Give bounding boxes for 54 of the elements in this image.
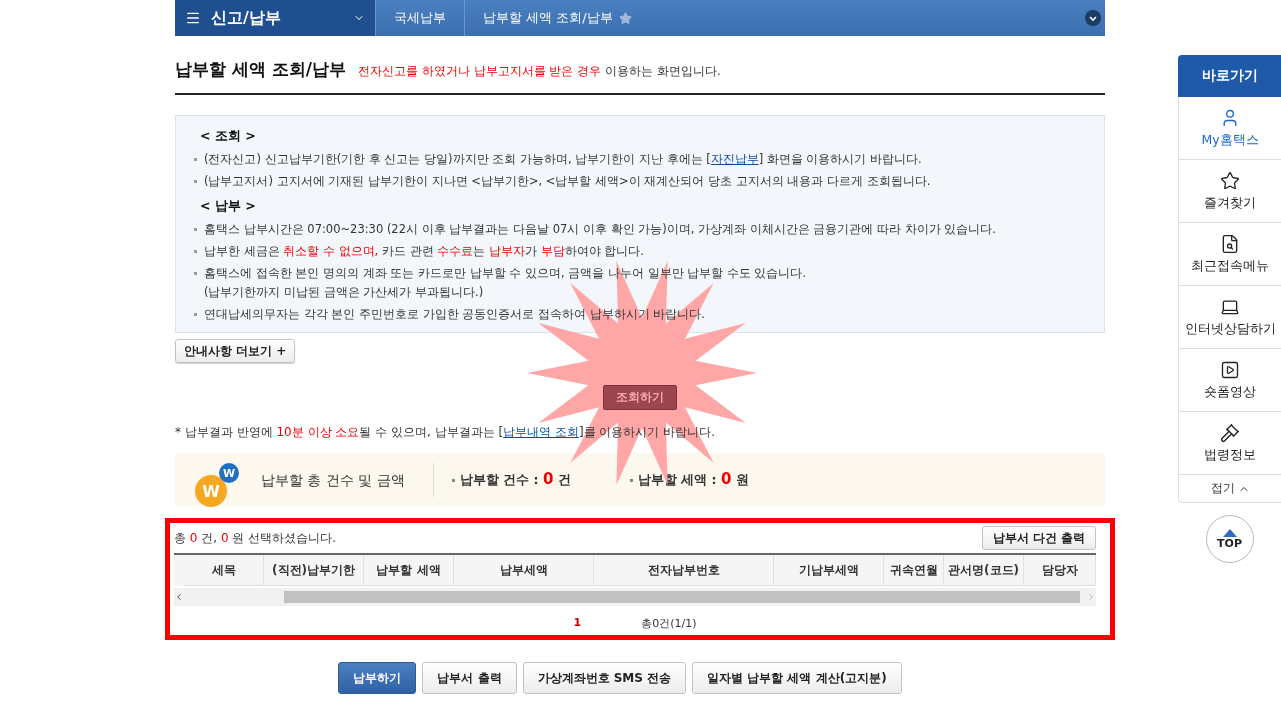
column-header[interactable]: 납부세액 xyxy=(454,555,594,586)
column-header[interactable]: 담당자 xyxy=(1024,555,1096,586)
horizontal-scrollbar[interactable] xyxy=(174,588,1096,606)
summary-title: 납부할 총 건수 및 금액 xyxy=(239,462,434,497)
column-header[interactable]: 기납부세액 xyxy=(774,555,884,586)
notice-text: * 납부결과 반영에 10분 이상 소요될 수 있으며, 납부결과는 [납부내역 조회]를 이용하시기 바랍니다. xyxy=(175,424,716,441)
sidebar-item[interactable]: 숏폼영상 xyxy=(1178,349,1281,412)
sidebar-item[interactable]: 최근접속메뉴 xyxy=(1178,223,1281,286)
breadcrumb-link[interactable]: 국세납부 xyxy=(375,0,464,36)
gavel-icon xyxy=(1220,422,1240,443)
summary-stat: 납부할 건수 : 0 건 xyxy=(451,470,612,489)
info-item: 연대납세의무자는 각각 본인 주민번호로 가입한 공동인증서로 접속하여 납부하시기 바랍니다. xyxy=(194,305,1090,324)
column-header[interactable]: 관서명(코드) xyxy=(944,555,1024,586)
play-icon xyxy=(1220,359,1240,380)
info-item: 홈택스 납부시간은 07:00~23:30 (22시 이후 납부결과는 다음날 07시 이후 확인 가능)이며, 가상계좌 이체시간은 금융기관에 따라 차이가 있습니다. xyxy=(194,220,1090,239)
star-icon[interactable] xyxy=(618,11,632,25)
document-search-icon xyxy=(1220,233,1240,254)
column-header[interactable]: (직전)납부기한 xyxy=(264,555,364,586)
action-button[interactable]: 납부하기 xyxy=(338,662,417,694)
action-button[interactable]: 일자별 납부할 세액 계산(고지분) xyxy=(692,662,902,694)
action-button[interactable]: 가상계좌번호 SMS 전송 xyxy=(522,662,687,694)
page-total: 총0건(1/1) xyxy=(641,616,697,631)
sidebar-title: 바로가기 xyxy=(1178,55,1281,97)
section-heading: < 납부 > xyxy=(200,198,257,215)
triangle-up-icon xyxy=(1222,528,1237,537)
sidebar-item[interactable]: 인터넷상담하기 xyxy=(1178,286,1281,349)
menu-dropdown[interactable]: 신고/납부 xyxy=(175,0,375,36)
info-item: (납부고지서) 고지서에 기재된 납부기한이 지나면 <납부기한>, <납부할 세액>이 재계산되어 당초 고지서의 내용과 다르게 조회됩니다. xyxy=(194,172,1090,191)
collapse-button[interactable]: 접기 xyxy=(1178,475,1281,503)
menu-icon xyxy=(185,10,201,26)
action-button[interactable]: 납부서 출력 xyxy=(422,662,517,694)
expand-icon[interactable] xyxy=(1085,10,1101,26)
column-header[interactable]: 납부할 세액 xyxy=(364,555,454,586)
breadcrumb-link[interactable]: 납부할 세액 조회/납부 xyxy=(464,0,650,36)
more-info-button[interactable]: 안내사항 더보기 + xyxy=(175,339,296,363)
section-heading: < 조회 > xyxy=(200,128,257,145)
info-item: 납부한 세금은 취소할 수 없으며, 카드 관련 수수료는 납부자가 부담하여야 합니다. xyxy=(194,242,1090,261)
info-item: 홈택스에 접속한 본인 명의의 계좌 또는 카드로만 납부할 수 있으며, 금액을 나누어 일부만 납부할 수도 있습니다. (납부기한까지 미납된 금액은 가산세가 부과됩니다.) xyxy=(194,264,1090,302)
bulk-print-button[interactable]: 납부서 다건 출력 xyxy=(981,526,1096,550)
page-number[interactable]: 1 xyxy=(573,616,582,631)
column-header[interactable]: 귀속연월 xyxy=(884,555,944,586)
sidebar-item[interactable]: My홈택스 xyxy=(1178,97,1281,160)
scroll-right-icon[interactable] xyxy=(1086,592,1096,602)
page-description: 전자신고를 하였거나 납부고지서를 받은 경우 이용하는 화면입니다. xyxy=(358,63,721,80)
summary-stat: 납부할 세액 : 0 원 xyxy=(629,470,790,489)
star-icon xyxy=(1220,170,1240,191)
scroll-left-icon[interactable] xyxy=(174,592,184,602)
info-item: (전자신고) 신고납부기한(기한 후 신고는 당일)까지만 조회 가능하며, 납부기한이 지난 후에는 [자진납부] 화면을 이용하시기 바랍니다. xyxy=(194,150,1090,169)
sidebar-item[interactable]: 즐겨찾기 xyxy=(1178,160,1281,223)
column-header[interactable]: 세목 xyxy=(184,555,264,586)
page-title: 납부할 세액 조회/납부 xyxy=(175,58,347,81)
sidebar-item[interactable]: 법령정보 xyxy=(1178,412,1281,475)
column-header[interactable]: 전자납부번호 xyxy=(594,555,774,586)
selection-summary: 총 0 건, 0 원 선택하셨습니다. xyxy=(174,529,336,547)
